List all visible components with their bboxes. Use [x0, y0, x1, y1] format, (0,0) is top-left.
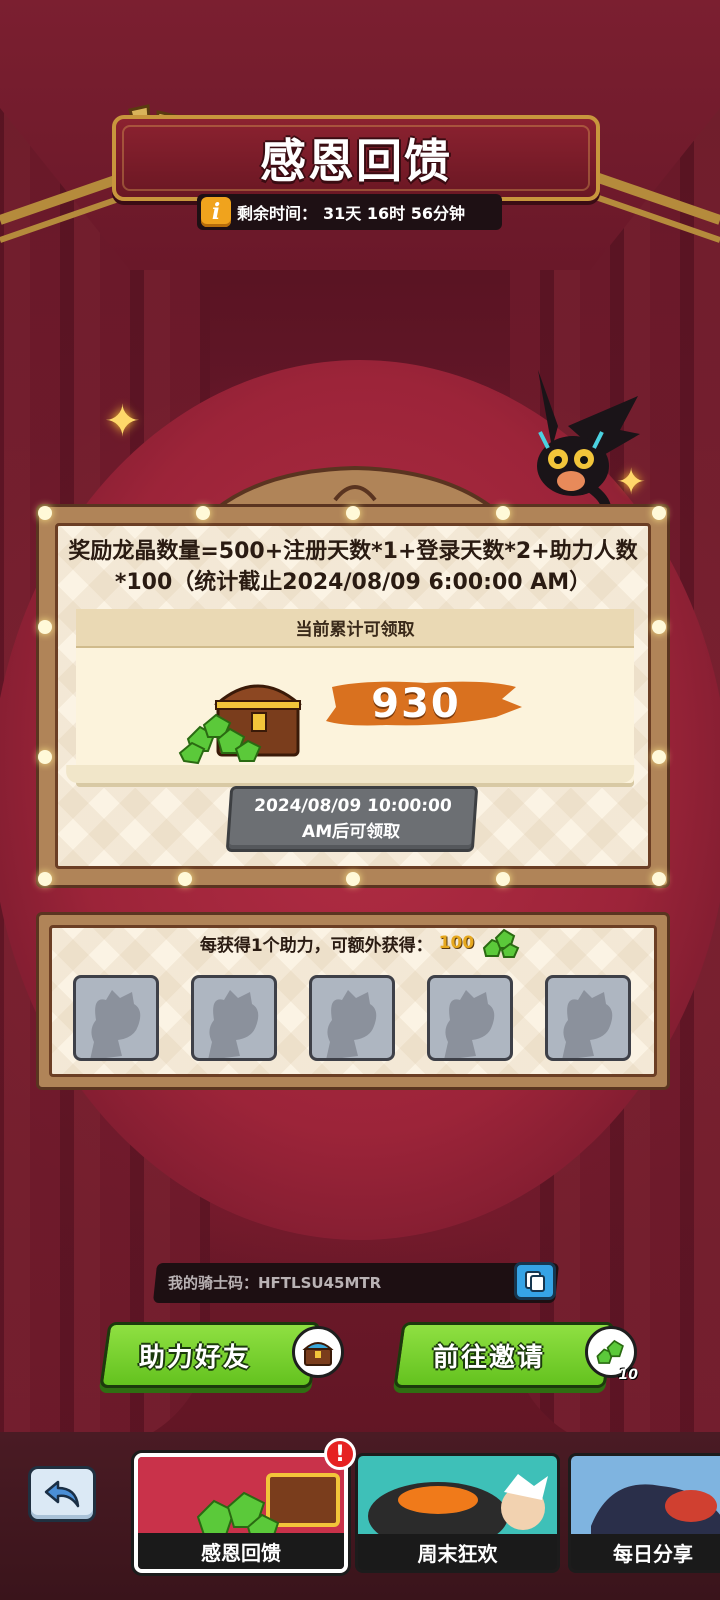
tab-weekend[interactable]: 周末狂欢 — [355, 1453, 560, 1573]
helpers-bonus: 100 — [438, 933, 475, 953]
avatar-placeholder-icon — [444, 990, 495, 1058]
helper-slot[interactable] — [73, 975, 159, 1061]
reward-amount: 930 — [371, 681, 461, 727]
gem-badge: 10 — [585, 1326, 638, 1383]
tab-thanks[interactable]: 感恩回馈 — [134, 1453, 348, 1573]
light-bulb — [178, 872, 192, 886]
light-bulb — [38, 620, 52, 634]
avatar-placeholder-icon — [326, 990, 377, 1058]
paper-curl — [65, 765, 635, 783]
info-icon[interactable]: i — [201, 197, 231, 227]
dragon-mascot-icon — [537, 370, 640, 526]
back-arrow-icon — [44, 1480, 80, 1508]
chest-badge — [292, 1326, 344, 1378]
light-bulb — [38, 872, 52, 886]
light-bulb — [346, 506, 360, 520]
helper-slot[interactable] — [309, 975, 395, 1061]
avatar-placeholder-icon — [562, 990, 613, 1058]
claim-panel-title: 当前累计可领取 — [76, 609, 634, 648]
avatar-placeholder-icon — [208, 990, 259, 1058]
tab-weekend-art — [358, 1456, 557, 1540]
knight-code: 我的骑士码：HFTLSU45MTR — [168, 1274, 382, 1292]
light-bulb — [38, 506, 52, 520]
timer-label: 剩余时间： — [237, 204, 318, 223]
gem-icon — [483, 928, 520, 958]
invite-badge-count: 10 — [618, 1367, 638, 1383]
sparkle-icon: ✦ — [104, 396, 141, 447]
title-banner: 感恩回馈 — [112, 115, 600, 201]
help-friend-button[interactable]: 助力好友 — [99, 1322, 321, 1388]
helper-slot[interactable] — [191, 975, 277, 1061]
timer-value: 31天 16时 56分钟 — [323, 204, 465, 223]
light-bulb — [346, 872, 360, 886]
tab-weekend-label: 周末狂欢 — [358, 1534, 557, 1570]
copy-icon — [525, 1271, 545, 1292]
light-bulb — [652, 506, 666, 520]
invite-label: 前往邀请 — [432, 1342, 545, 1373]
invite-button[interactable]: 前往邀请 — [393, 1322, 615, 1388]
helper-slot[interactable] — [427, 975, 513, 1061]
page-title: 感恩回馈 — [260, 134, 452, 188]
chest-icon — [178, 684, 303, 765]
tab-thanks-label: 感恩回馈 — [138, 1533, 344, 1569]
tab-daily-share[interactable]: 每日分享 — [568, 1453, 720, 1573]
copy-button[interactable] — [514, 1262, 556, 1300]
timer-bar: i 剩余时间： 31天 16时 56分钟 — [197, 194, 502, 230]
tab-daily-share-art — [571, 1456, 720, 1540]
gem-icon — [596, 1339, 624, 1364]
light-bulb — [38, 750, 52, 764]
helper-slot[interactable] — [545, 975, 631, 1061]
avatar-placeholder-icon — [90, 990, 141, 1058]
reward-formula: 奖励龙晶数量=500+注册天数*1+登录天数*2+助力人数*100（统计截止20… — [68, 539, 638, 595]
helpers-description: 每获得1个助力，可额外获得： — [199, 935, 433, 956]
light-bulb — [652, 620, 666, 634]
back-button[interactable] — [28, 1466, 96, 1522]
helpers-row: 每获得1个助力，可额外获得： 100 — [0, 928, 720, 958]
claim-panel: 当前累计可领取 930 — [76, 609, 634, 783]
tab-daily-share-label: 每日分享 — [571, 1534, 720, 1570]
help-friend-label: 助力好友 — [138, 1342, 251, 1373]
light-bulb — [496, 872, 510, 886]
light-bulb — [496, 506, 510, 520]
claim-button[interactable]: 2024/08/09 10:00:00 AM后可领取 — [225, 786, 479, 852]
light-bulb — [196, 506, 210, 520]
tab-thanks-art — [138, 1457, 344, 1541]
light-bulb — [652, 750, 666, 764]
light-bulb — [652, 872, 666, 886]
chest-icon — [302, 1342, 334, 1366]
alert-badge: ! — [324, 1438, 356, 1470]
